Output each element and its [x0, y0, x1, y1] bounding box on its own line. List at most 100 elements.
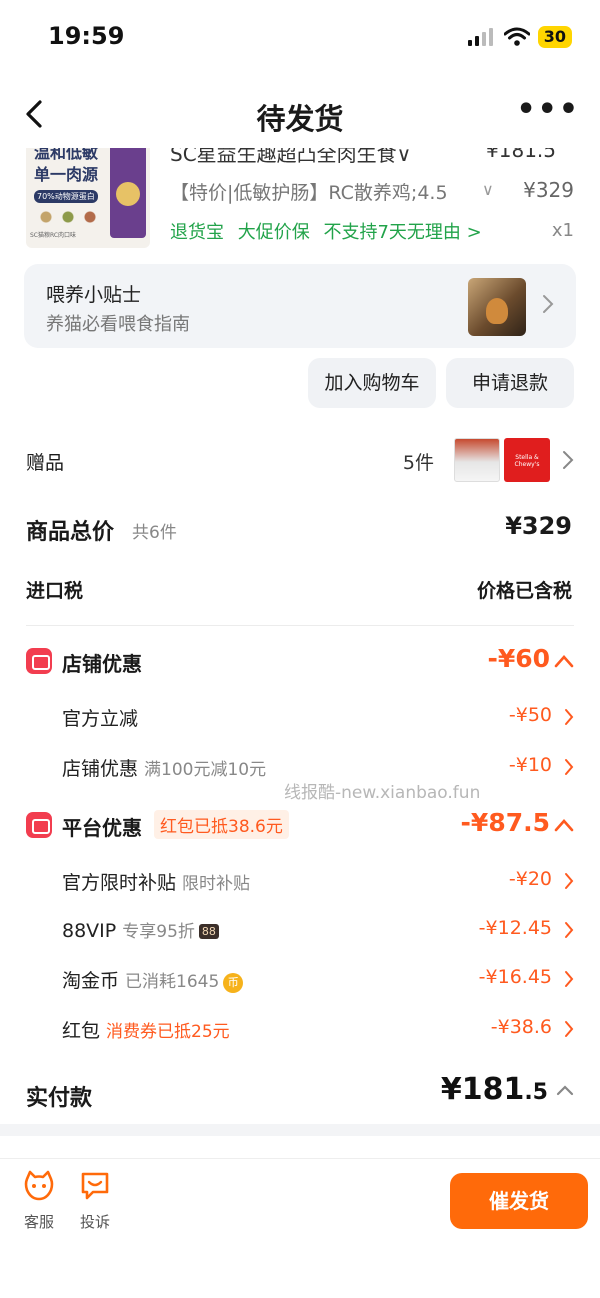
thumb-caption: SC猫粮RC肉口味 — [30, 232, 77, 239]
item-note: 已消耗1645 — [125, 972, 220, 992]
chevron-right-icon — [565, 873, 574, 889]
gift-brand-image: Stella & Chewy's — [504, 438, 550, 482]
chevron-right-icon — [565, 922, 574, 938]
platform-discount-header[interactable]: 平台优惠 红包已抵38.6元 -¥87.5 — [26, 808, 574, 846]
product-quantity: x1 — [551, 220, 574, 241]
gift-label: 赠品 — [26, 452, 65, 474]
payment-dec: .5 — [524, 1080, 548, 1105]
red-packet-badge: 红包已抵38.6元 — [154, 810, 289, 839]
refund-button[interactable]: 申请退款 — [446, 358, 574, 408]
item-note: 消费券已抵25元 — [106, 1022, 230, 1042]
shop-icon — [26, 648, 52, 674]
discount-item[interactable]: 88VIP 专享95折 88 -¥12.45 — [62, 915, 574, 945]
section-separator — [0, 1124, 600, 1136]
product-services[interactable]: 退货宝 大促价保 不支持7天无理由 > — [170, 218, 490, 244]
item-note: 专享95折 — [122, 922, 195, 942]
service-tag[interactable]: 不支持7天无理由 > — [323, 222, 481, 243]
bottom-bar: 客服 投诉 催发货 — [0, 1158, 600, 1298]
gift-image — [454, 438, 500, 482]
payment-value: ¥181.5 — [441, 1072, 548, 1107]
spec-chevron-down-icon[interactable]: ∨ — [482, 180, 494, 199]
feeding-tips-card[interactable]: 喂养小贴士 养猫必看喂食指南 — [24, 264, 576, 348]
total-value: ¥329 — [505, 512, 572, 540]
tips-subtitle: 养猫必看喂食指南 — [46, 314, 190, 335]
item-note: 满100元减10元 — [144, 760, 267, 780]
shop-discount-header[interactable]: 店铺优惠 -¥60 — [26, 644, 574, 682]
total-row: 商品总价 共6件 ¥329 — [26, 510, 574, 550]
coin-icon: 币 — [223, 973, 244, 993]
customer-service-button[interactable]: 客服 — [14, 1169, 64, 1232]
battery-indicator: 30 — [537, 26, 572, 48]
discount-item-label: 淘金币 已消耗1645 币 — [62, 966, 244, 993]
tax-label: 进口税 — [26, 580, 84, 602]
discount-item-value: -¥38.6 — [490, 1016, 552, 1038]
chevron-up-icon[interactable] — [554, 818, 574, 832]
wifi-icon — [503, 27, 530, 46]
product-title-cutoff[interactable]: SC星益生趣超凸全肉生食∨ — [170, 148, 411, 167]
discount-item-value: -¥16.45 — [478, 966, 552, 988]
shop-discount-value: -¥60 — [487, 644, 550, 673]
total-label: 商品总价 — [26, 520, 115, 545]
nav-bar: 待发货 ••• — [0, 84, 600, 148]
chevron-right-icon — [565, 971, 574, 987]
thumb-headline: 温和低敏 单一肉源 — [34, 148, 99, 184]
item-label: 88VIP — [62, 920, 117, 942]
complain-label: 投诉 — [79, 1213, 110, 1231]
status-time: 19:59 — [48, 22, 125, 50]
chevron-right-icon — [543, 295, 554, 313]
chevron-right-icon — [565, 709, 574, 725]
urge-shipment-button[interactable]: 催发货 — [450, 1173, 588, 1229]
discount-item-label: 88VIP 专享95折 88 — [62, 917, 219, 942]
discount-item-value: -¥10 — [508, 754, 552, 776]
payment-int: ¥181 — [440, 1072, 525, 1107]
discount-item-value: -¥12.45 — [478, 917, 552, 939]
customer-service-icon — [24, 1170, 54, 1201]
product-bag-image — [110, 148, 146, 238]
discount-item-value: -¥50 — [508, 704, 552, 726]
cat-photo — [468, 278, 526, 336]
shop-discount-label: 店铺优惠 — [62, 652, 142, 676]
more-icon[interactable]: ••• — [516, 95, 580, 125]
add-to-cart-button[interactable]: 加入购物车 — [308, 358, 436, 408]
service-tag: 退货宝 — [170, 222, 224, 243]
thumb-pill: 70%动物源蛋白 — [34, 190, 98, 203]
chevron-up-icon[interactable] — [556, 1084, 574, 1096]
tips-title: 喂养小贴士 — [46, 284, 142, 306]
platform-discount-label: 平台优惠 — [62, 816, 142, 840]
discount-item[interactable]: 官方立减 -¥50 — [62, 702, 574, 732]
discount-item-label: 官方立减 — [62, 704, 138, 731]
product-card[interactable]: 温和低敏 单一肉源 70%动物源蛋白 SC猫粮RC肉口味 SC星益生趣超凸全肉生… — [24, 148, 576, 252]
item-label: 官方立减 — [62, 708, 139, 730]
service-tag: 大促价保 — [237, 222, 310, 243]
discount-item-value: -¥20 — [508, 868, 552, 890]
chevron-right-icon — [565, 759, 574, 775]
chevron-right-icon — [565, 1021, 574, 1037]
platform-icon — [26, 812, 52, 838]
gift-row[interactable]: 赠品 5件 Stella & Chewy's — [26, 436, 574, 484]
product-price-cutoff: ¥181.5 — [486, 148, 556, 162]
status-icons: 30 — [467, 26, 572, 48]
product-thumbnail[interactable]: 温和低敏 单一肉源 70%动物源蛋白 SC猫粮RC肉口味 — [26, 148, 150, 248]
item-label: 淘金币 — [62, 970, 120, 992]
status-bar: 19:59 30 — [0, 0, 600, 76]
discount-item-label: 店铺优惠 满100元减10元 — [62, 754, 266, 781]
kibble-image — [38, 208, 102, 226]
product-spec[interactable]: 【特价|低敏护肠】RC散养鸡;4.5 — [170, 178, 470, 205]
page-title: 待发货 — [256, 102, 344, 136]
gift-count: 5件 — [402, 452, 434, 474]
watermark: 线报酷-new.xianbao.fun — [284, 783, 481, 803]
tax-value: 价格已含税 — [476, 580, 572, 602]
item-note: 限时补贴 — [182, 874, 251, 894]
customer-service-label: 客服 — [23, 1213, 54, 1231]
discount-item[interactable]: 红包 消费券已抵25元 -¥38.6 — [62, 1014, 574, 1044]
signal-icon — [467, 28, 493, 46]
discount-item[interactable]: 淘金币 已消耗1645 币 -¥16.45 — [62, 964, 574, 994]
product-price: ¥329 — [523, 178, 574, 202]
payment-row[interactable]: 实付款 ¥181.5 — [26, 1072, 574, 1114]
complain-button[interactable]: 投诉 — [70, 1169, 120, 1232]
discount-item-label: 官方限时补贴 限时补贴 — [62, 868, 250, 895]
chevron-up-icon[interactable] — [554, 654, 574, 668]
discount-item[interactable]: 官方限时补贴 限时补贴 -¥20 — [62, 866, 574, 896]
discount-item-label: 红包 消费券已抵25元 — [62, 1016, 230, 1043]
payment-label: 实付款 — [26, 1086, 93, 1111]
